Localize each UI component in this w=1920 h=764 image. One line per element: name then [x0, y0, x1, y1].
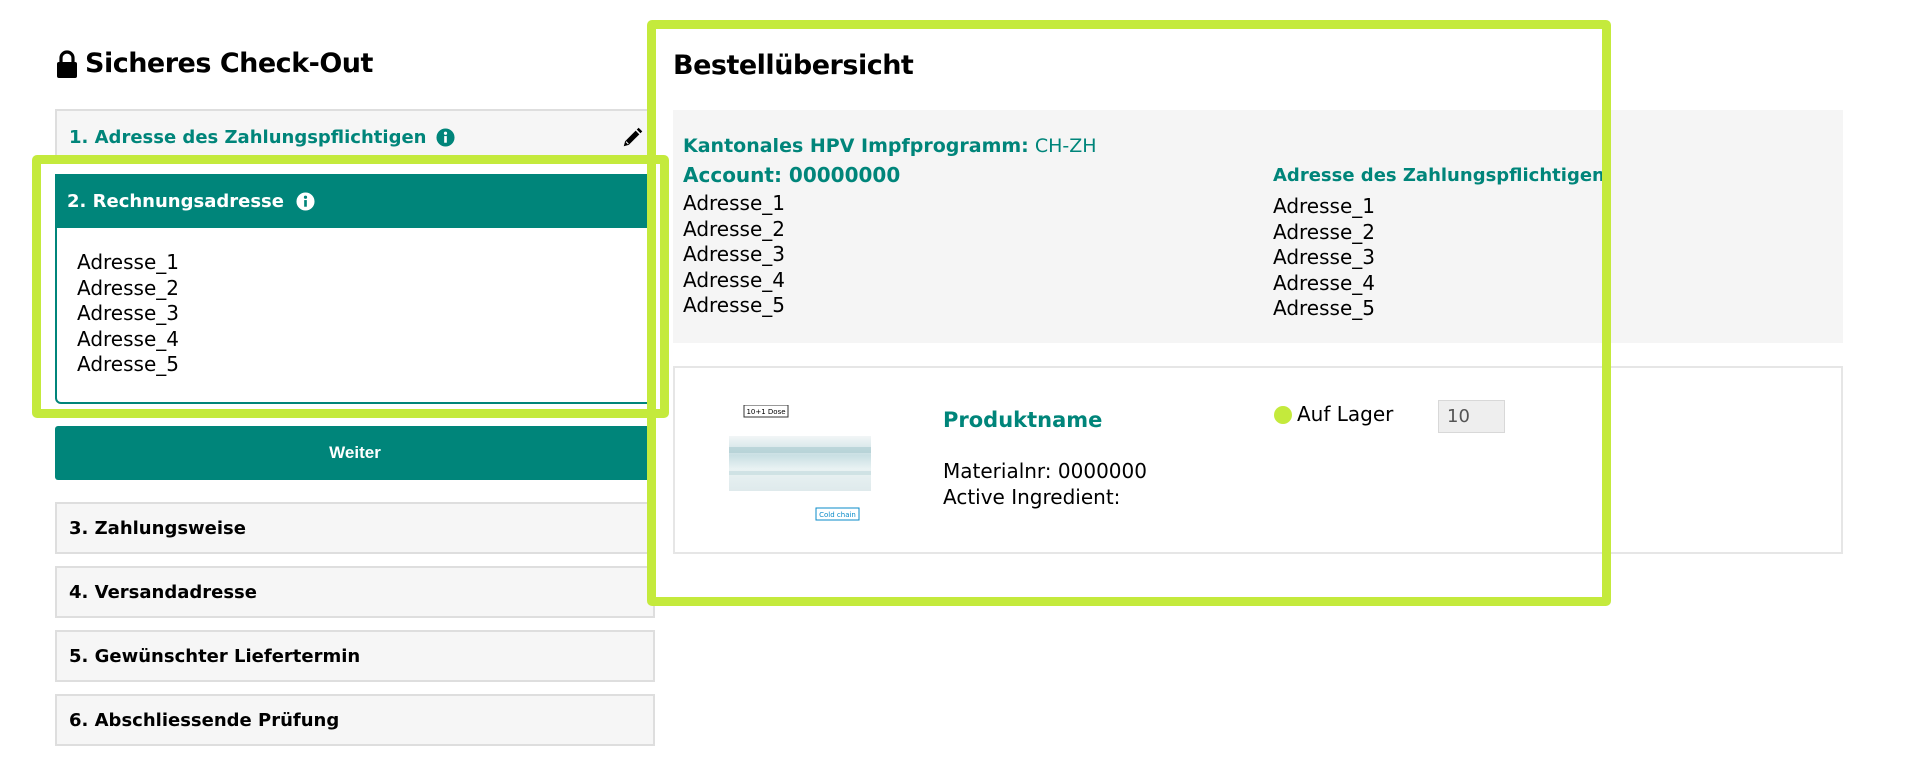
info-icon[interactable] [436, 127, 456, 147]
page-title: Sicheres Check-Out [55, 48, 373, 79]
highlight-frame-billing [32, 155, 669, 418]
step-shipping-address[interactable]: 4. Versandadresse [55, 566, 655, 618]
step-final-review[interactable]: 6. Abschliessende Prüfung [55, 694, 655, 746]
step-label: 1. Adresse des Zahlungspflichtigen [69, 126, 427, 148]
highlight-frame-summary [647, 20, 1611, 606]
step-label: 4. Versandadresse [69, 581, 257, 603]
step-label: 3. Zahlungsweise [69, 517, 246, 539]
pencil-icon[interactable] [621, 127, 643, 149]
page-title-text: Sicheres Check-Out [85, 48, 373, 79]
step-label: 5. Gewünschter Liefertermin [69, 645, 361, 667]
step-label: 6. Abschliessende Prüfung [69, 709, 340, 731]
step-payment-method[interactable]: 3. Zahlungsweise [55, 502, 655, 554]
lock-icon [57, 49, 77, 78]
step-delivery-date[interactable]: 5. Gewünschter Liefertermin [55, 630, 655, 682]
continue-button[interactable]: Weiter [55, 426, 655, 480]
